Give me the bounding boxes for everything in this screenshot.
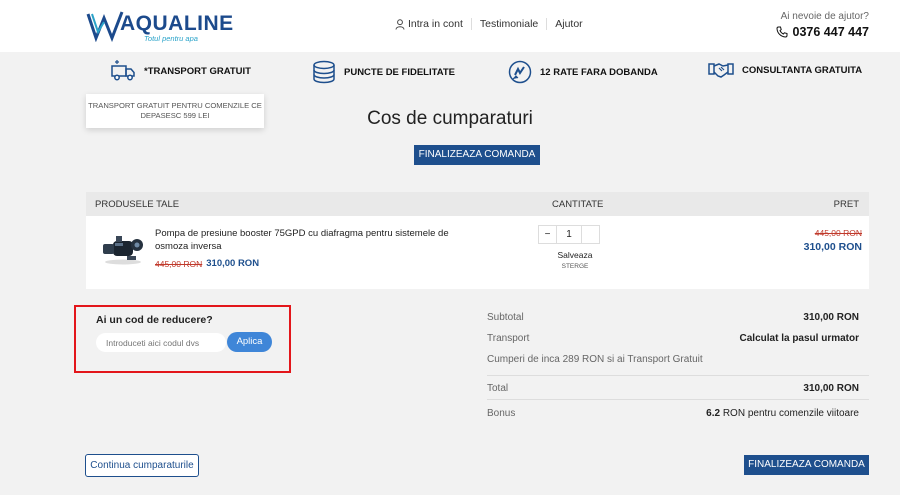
header-products: PRODUSELE TALE xyxy=(95,199,180,210)
subtotal-label: Subtotal xyxy=(487,312,524,323)
page-title: Cos de cumparaturi xyxy=(367,108,533,129)
feature-free-consulting[interactable]: CONSULTANTA GRATUITA xyxy=(708,60,862,80)
logo-wave-icon xyxy=(86,11,124,42)
logo[interactable]: AQUALINE Totul pentru apa xyxy=(86,10,233,43)
transport-value: Calculat la pasul urmator xyxy=(739,333,859,344)
coupon-title: Ai un cod de reducere? xyxy=(96,314,213,326)
top-nav: Intra in cont Testimoniale Ajutor xyxy=(395,18,591,30)
quantity-value[interactable]: 1 xyxy=(557,226,581,243)
free-shipping-message: Cumperi de inca 289 RON si ai Transport … xyxy=(487,354,703,365)
logo-tagline: Totul pentru apa xyxy=(144,34,198,43)
logo-text: AQUALINE xyxy=(120,12,234,35)
help-contact: Ai nevoie de ajutor? 0376 447 447 xyxy=(776,11,869,39)
save-for-later-link[interactable]: Salveaza xyxy=(538,250,612,260)
quantity-stepper: − 1 xyxy=(538,225,600,244)
phone-link[interactable]: 0376 447 447 xyxy=(776,25,869,39)
nav-testimonials[interactable]: Testimoniale xyxy=(470,18,546,30)
cart-header: PRODUSELE TALE CANTITATE PRET xyxy=(86,192,869,216)
feature-loyalty-points-label: PUNCTE DE FIDELITATE xyxy=(344,66,456,78)
cart-table: PRODUSELE TALE CANTITATE PRET Pompa de p… xyxy=(86,192,869,289)
line-total-price: 310,00 RON xyxy=(803,241,862,253)
line-old-price: 445,00 RON xyxy=(814,228,862,238)
bonus-points: 6.2 xyxy=(706,408,721,419)
product-price: 310,00 RON xyxy=(206,258,260,269)
feature-loyalty-points[interactable]: PUNCTE DE FIDELITATE xyxy=(312,60,455,84)
product-prices: 445,00 RON 310,00 RON xyxy=(155,258,259,269)
feature-free-shipping[interactable]: *TRANSPORT GRATUIT xyxy=(110,60,251,82)
subtotal-value: 310,00 RON xyxy=(803,312,859,323)
handshake-icon xyxy=(708,63,734,78)
bonus-text: RON pentru comenzile viitoare xyxy=(720,408,859,419)
feature-installments[interactable]: 12 RATE FARA DOBANDA xyxy=(508,60,658,84)
quantity-decrease-button[interactable]: − xyxy=(539,226,557,243)
phone-number: 0376 447 447 xyxy=(792,25,869,39)
user-icon xyxy=(395,18,405,30)
truck-icon xyxy=(111,60,135,81)
features-strip: *TRANSPORT GRATUIT PUNCTE DE FIDELITATE … xyxy=(0,58,900,88)
product-old-price: 445,00 RON xyxy=(155,258,203,269)
nav-help-label: Ajutor xyxy=(555,18,583,30)
header-price: PRET xyxy=(833,199,859,210)
feature-installments-label: 12 RATE FARA DOBANDA xyxy=(540,66,658,78)
nav-testimonials-label: Testimoniale xyxy=(479,18,539,30)
checkout-button-top[interactable]: FINALIZEAZA COMANDA xyxy=(414,145,540,165)
nav-help[interactable]: Ajutor xyxy=(546,18,590,30)
bonus-label: Bonus xyxy=(487,408,516,419)
transport-label: Transport xyxy=(487,333,530,344)
continue-shopping-button[interactable]: Continua cumparaturile xyxy=(85,454,199,477)
feature-free-shipping-label: *TRANSPORT GRATUIT xyxy=(144,65,251,77)
phone-icon xyxy=(776,26,788,38)
apply-coupon-button[interactable]: Aplica xyxy=(227,332,272,352)
header-quantity: CANTITATE xyxy=(552,199,604,210)
remove-item-link[interactable]: STERGE xyxy=(538,263,612,270)
coupon-section: Ai un cod de reducere? Aplica xyxy=(74,305,291,373)
coupon-code-input[interactable] xyxy=(96,333,226,352)
total-value: 310,00 RON xyxy=(803,383,859,394)
summary-divider-2 xyxy=(487,399,869,400)
bonus-value: 6.2 RON pentru comenzile viitoare xyxy=(706,408,859,419)
feature-free-consulting-label: CONSULTANTA GRATUITA xyxy=(742,64,863,76)
product-name-link[interactable]: Pompa de presiune booster 75GPD cu diafr… xyxy=(155,227,475,253)
site-header: AQUALINE Totul pentru apa Intra in cont … xyxy=(0,0,900,52)
help-question: Ai nevoie de ajutor? xyxy=(780,11,869,22)
coins-icon xyxy=(313,60,335,84)
total-label: Total xyxy=(487,383,509,394)
product-image[interactable] xyxy=(101,232,145,266)
nav-login[interactable]: Intra in cont xyxy=(395,18,471,30)
installments-icon xyxy=(508,60,532,84)
checkout-button-bottom[interactable]: FINALIZEAZA COMANDA xyxy=(744,455,869,475)
summary-divider-1 xyxy=(487,375,869,376)
nav-login-label: Intra in cont xyxy=(408,18,463,30)
quantity-increase-button[interactable] xyxy=(581,226,599,243)
